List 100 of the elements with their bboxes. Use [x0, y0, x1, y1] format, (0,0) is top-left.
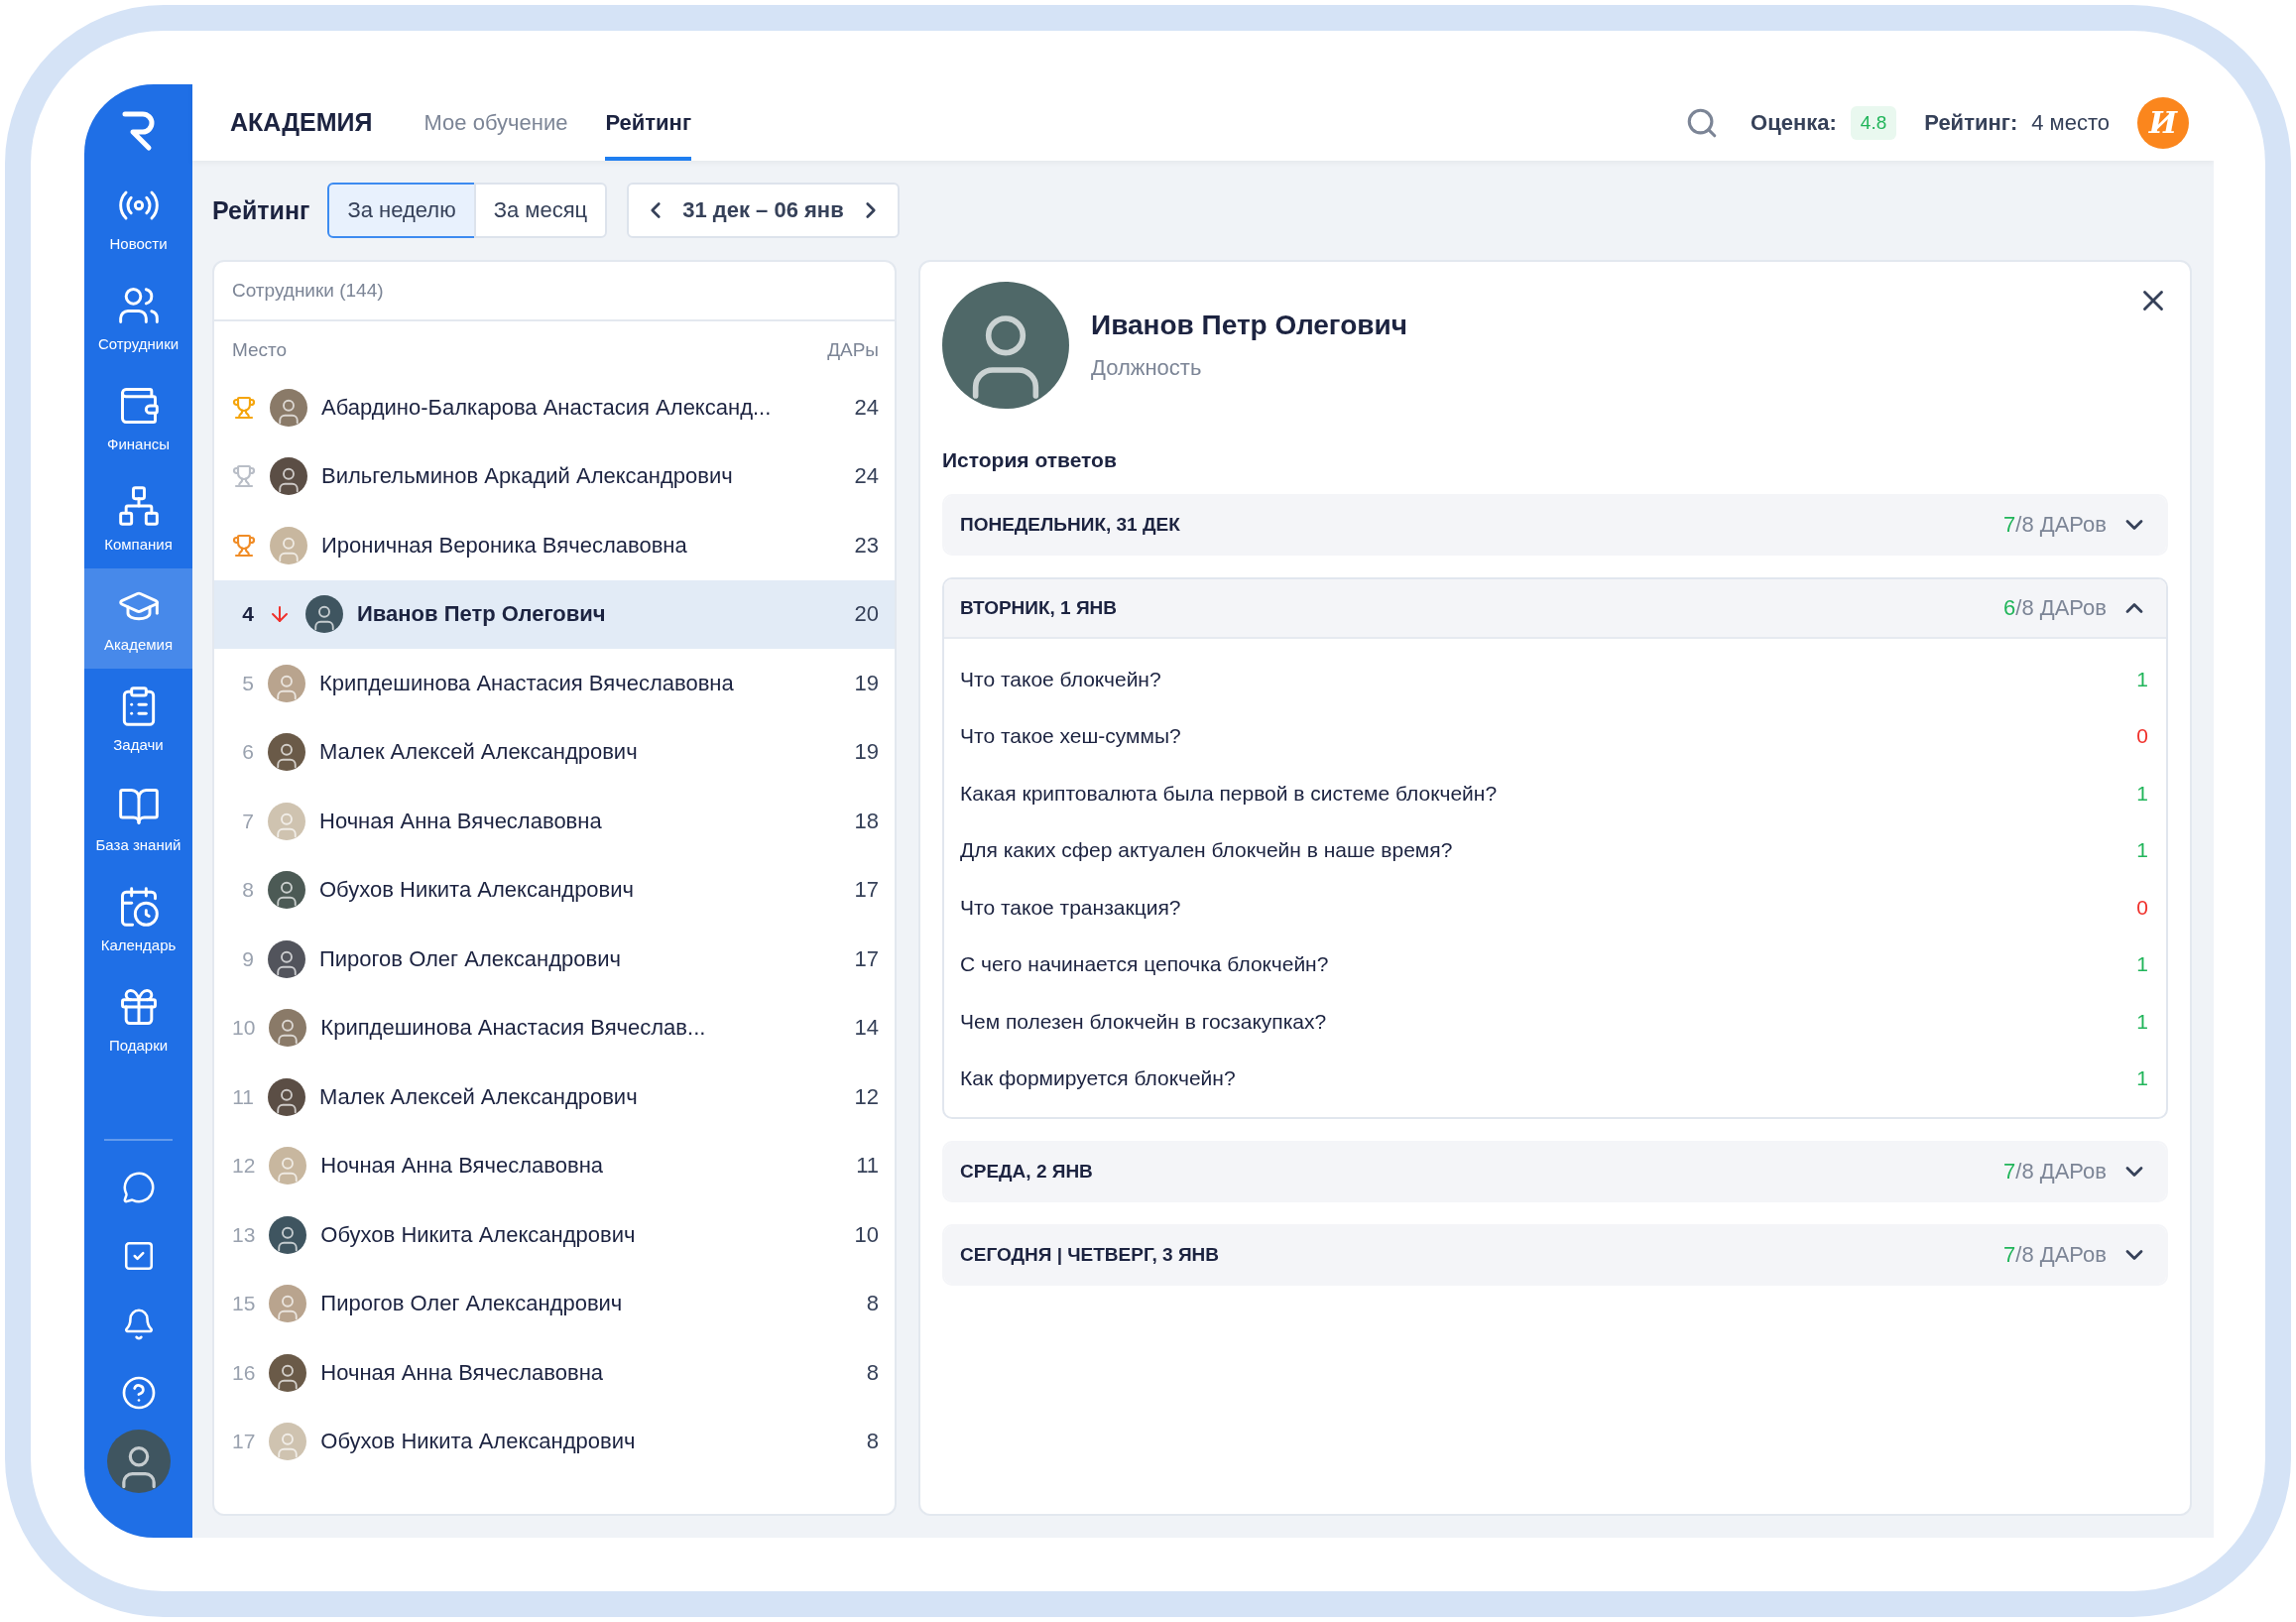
employee-row[interactable]: 8 Обухов Никита Александрович 17	[214, 855, 895, 925]
points: 23	[854, 532, 879, 559]
points: 10	[854, 1221, 879, 1248]
sidebar-item[interactable]: Компания	[84, 468, 192, 568]
period-button[interactable]: За месяц	[473, 183, 608, 238]
sidebar-item[interactable]: Подарки	[84, 969, 192, 1069]
employee-row[interactable]: 17 Обухов Никита Александрович 8	[214, 1407, 895, 1476]
answer-score: 0	[2136, 895, 2148, 920]
employee-name: Ночная Анна Вячеславовна	[320, 1153, 605, 1180]
tab[interactable]: Рейтинг	[605, 84, 692, 161]
employee-name: Ироничная Вероника Вячеславовна	[321, 532, 688, 559]
history-title: История ответов	[941, 447, 1118, 473]
employee-row[interactable]: Абардино-Балкарова Анастасия Александ... 24	[214, 373, 895, 442]
employee-row[interactable]: 7 Ночная Анна Вячеславовна 18	[214, 787, 895, 856]
place-number: 10	[232, 1016, 256, 1041]
place-number: 13	[232, 1222, 256, 1247]
employee-name: Малек Алексей Александрович	[319, 1083, 639, 1110]
place-number: 9	[241, 946, 254, 971]
employee-name: Вильгельминов Аркадий Александрович	[321, 463, 734, 490]
answer-score: 1	[2136, 838, 2148, 863]
employee-name: Абардино-Балкарова Анастасия Александ...	[321, 394, 773, 421]
points: 12	[854, 1083, 879, 1110]
sidebar-item[interactable]: Сотрудники	[84, 268, 192, 368]
sidebar-item[interactable]: Новости	[84, 168, 192, 268]
card-title: Сотрудники (144)	[232, 280, 384, 302]
employee-row[interactable]: 5 Крипдешинова Анастасия Вячеславовна 19	[214, 649, 895, 718]
period-button[interactable]: За неделю	[327, 183, 476, 238]
day-header[interactable]: ВТОРНИК, 1 ЯНВ 6/8 ДАРов	[944, 579, 2166, 637]
points: 8	[866, 1429, 879, 1455]
points: 24	[854, 463, 879, 490]
points: 14	[854, 1015, 879, 1042]
avatar-icon	[305, 595, 343, 634]
employee-row[interactable]: Ироничная Вероника Вячеславовна 23	[214, 511, 895, 580]
employee-row[interactable]: 11 Малек Алексей Александрович 12	[214, 1062, 895, 1132]
place-number: 16	[232, 1360, 256, 1385]
tab[interactable]: Мое обучение	[423, 84, 568, 161]
avatar-icon	[270, 457, 307, 496]
avatar-icon	[270, 526, 307, 564]
employee-name: Крипдешинова Анастасия Вячеслав...	[320, 1015, 707, 1042]
points: 8	[866, 1291, 879, 1317]
points: 11	[856, 1153, 879, 1180]
employee-row[interactable]: Вильгельминов Аркадий Александрович 24	[214, 441, 895, 511]
employee-row[interactable]: 10 Крипдешинова Анастасия Вячеслав... 14	[214, 993, 895, 1062]
answer-score: 1	[2136, 667, 2148, 691]
profile-position: Должность	[1091, 355, 1202, 380]
column-header: ДАРы	[827, 339, 879, 361]
employee-name: Обухов Никита Александрович	[320, 1221, 637, 1248]
place-number: 15	[232, 1292, 256, 1316]
score-label: Оценка:	[1751, 109, 1837, 136]
employee-row[interactable]: 15 Пирогов Олег Александрович 8	[214, 1269, 895, 1338]
place-number: 11	[232, 1084, 254, 1109]
answer-score: 1	[2136, 1009, 2148, 1034]
place-number: 8	[241, 878, 254, 903]
sidebar-item[interactable]: База знаний	[84, 769, 192, 869]
answer-score: 1	[2136, 952, 2148, 977]
column-header: Место	[232, 339, 288, 361]
place-number: 7	[241, 809, 254, 833]
section-title: Рейтинг	[212, 195, 310, 225]
points: 19	[854, 739, 879, 766]
points: 8	[866, 1359, 879, 1386]
points: 17	[854, 877, 879, 904]
employee-row[interactable]: 16 Ночная Анна Вячеславовна 8	[214, 1338, 895, 1408]
avatar-icon	[268, 733, 305, 772]
avatar-icon	[268, 939, 305, 978]
answer-score: 1	[2136, 781, 2148, 806]
avatar-icon	[269, 1215, 307, 1254]
employee-row[interactable]: 12 Ночная Анна Вячеславовна 11	[214, 1131, 895, 1200]
employee-name: Пирогов Олег Александрович	[319, 945, 622, 972]
chat-icon	[121, 1170, 156, 1204]
place-number: 17	[232, 1430, 256, 1454]
employee-name: Обухов Никита Александрович	[319, 877, 636, 904]
answer-score: 1	[2136, 1066, 2148, 1091]
place-number: 4	[241, 602, 254, 627]
employee-row[interactable]: 9 Пирогов Олег Александрович 17	[214, 925, 895, 994]
employee-name: Крипдешинова Анастасия Вячеславовна	[319, 670, 735, 696]
points: 24	[854, 394, 879, 421]
question-text: Что такое транзакция?	[960, 895, 1181, 920]
avatar-icon	[269, 1009, 307, 1048]
sidebar-item[interactable]: Календарь	[84, 869, 192, 969]
employee-row[interactable]: 6 Малек Алексей Александрович 19	[214, 717, 895, 787]
page-title: АКАДЕМИЯ	[230, 107, 373, 138]
employee-name: Ночная Анна Вячеславовна	[320, 1359, 605, 1386]
network-icon	[116, 484, 161, 528]
employee-row[interactable]: 13 Обухов Никита Александрович 10	[214, 1200, 895, 1270]
points: 19	[854, 670, 879, 696]
profile-name: Иванов Петр Олегович	[1091, 310, 1407, 341]
avatar-icon	[268, 871, 305, 910]
avatar-icon	[269, 1423, 307, 1461]
points: 20	[854, 601, 879, 628]
employee-row[interactable]: 4 Иванов Петр Олегович 20	[214, 579, 895, 649]
avatar-icon	[269, 1285, 307, 1323]
avatar-icon	[269, 1147, 307, 1185]
question-text: Какая криптовалюта была первой в системе блокчейн?	[960, 781, 1498, 806]
employee-name: Малек Алексей Александрович	[319, 739, 639, 766]
sidebar-item[interactable]: Финансы	[84, 368, 192, 468]
rating-label: Рейтинг:	[1924, 109, 2018, 136]
sidebar-item[interactable]: Задачи	[84, 669, 192, 769]
answer-score: 0	[2136, 724, 2148, 749]
help-icon	[120, 1374, 157, 1411]
avatar-icon	[268, 1077, 305, 1116]
